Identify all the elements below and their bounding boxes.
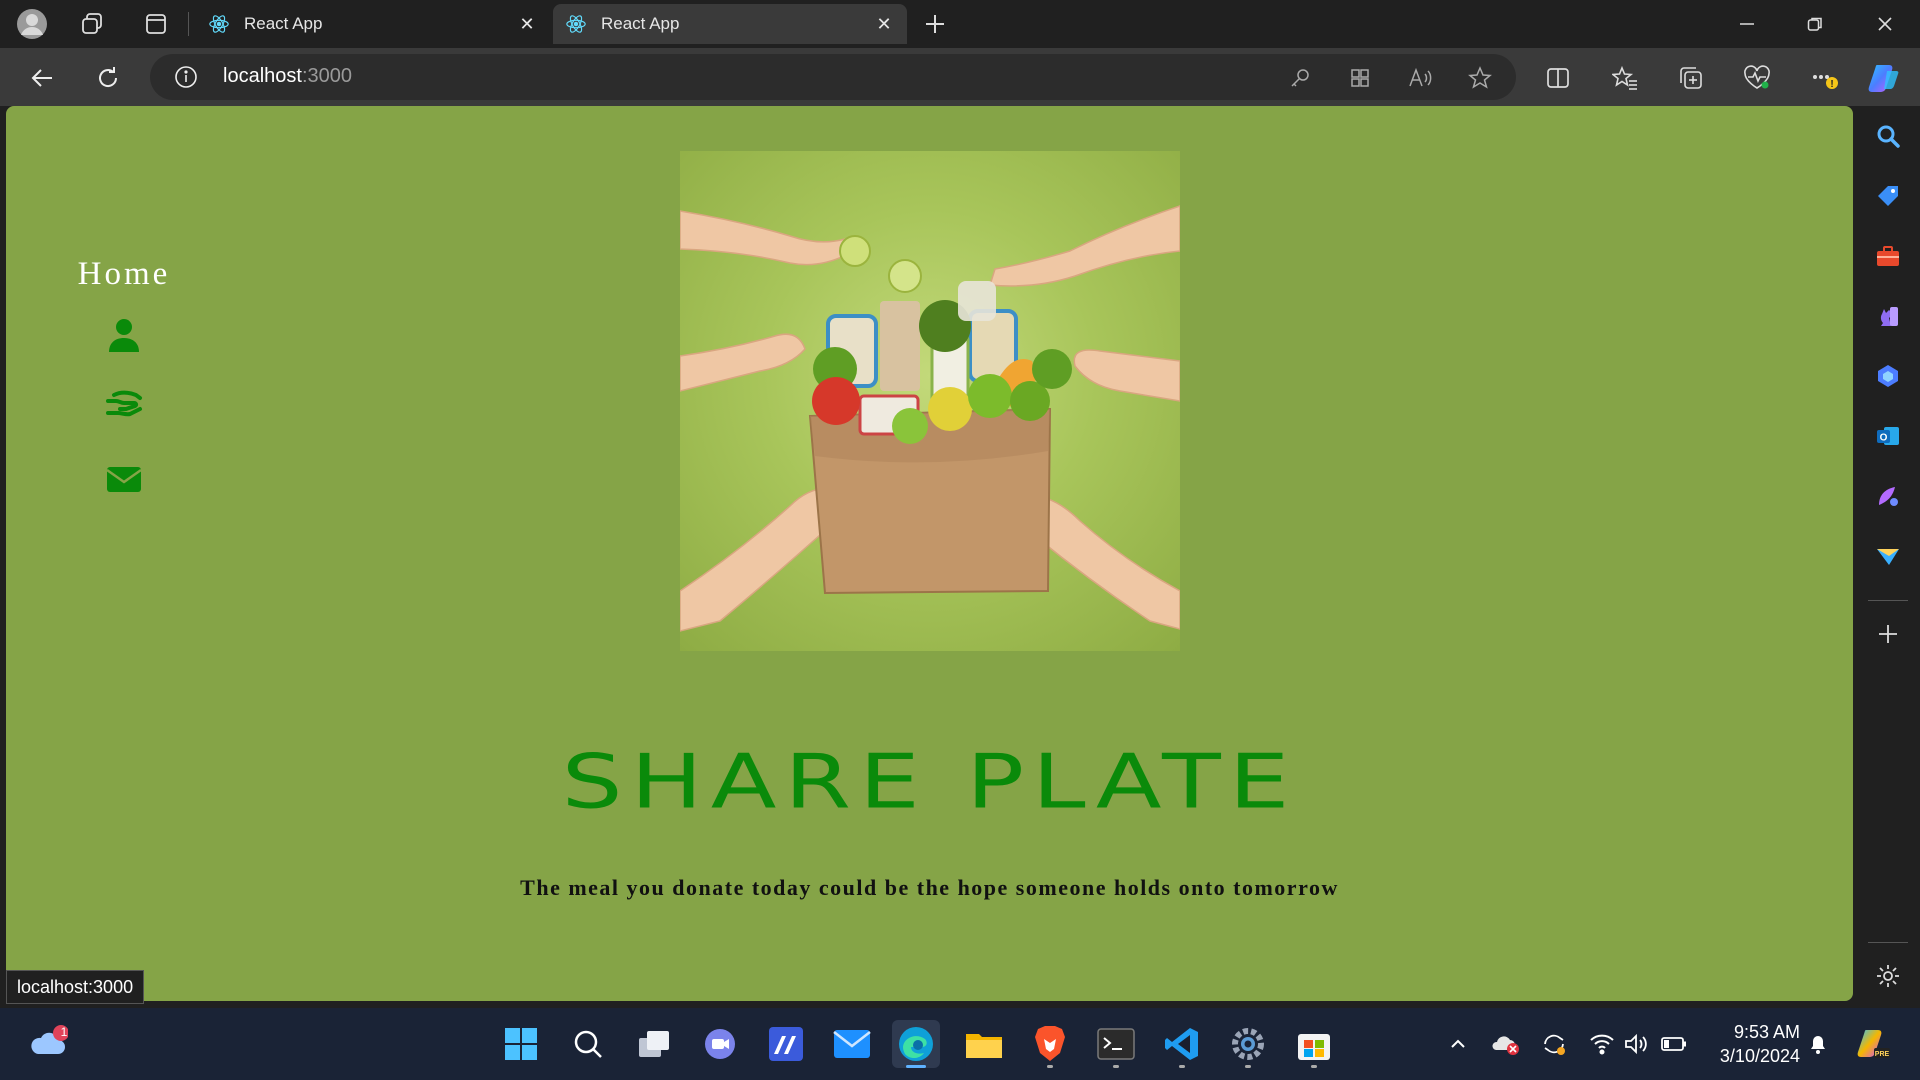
hand-mid-right	[1073, 349, 1181, 402]
clock-time: 9:53 AM	[1733, 1022, 1800, 1042]
new-tab-icon[interactable]	[918, 8, 952, 40]
donate-hand-icon[interactable]	[104, 387, 144, 427]
designer-icon[interactable]	[1872, 480, 1904, 512]
nav-home-link[interactable]: Home	[68, 256, 180, 293]
tagline: The meal you donate today could be the h…	[520, 875, 1339, 900]
collections-icon[interactable]	[1674, 61, 1708, 95]
battery-icon[interactable]	[1660, 1030, 1688, 1058]
search-taskbar-icon[interactable]	[564, 1020, 612, 1068]
copilot-sidebar-icon[interactable]	[1872, 360, 1904, 392]
favorite-star-icon[interactable]	[1466, 64, 1494, 92]
file-explorer-icon[interactable]	[960, 1020, 1008, 1068]
shopping-tag-icon[interactable]	[1872, 180, 1904, 212]
user-icon[interactable]	[104, 315, 144, 355]
tab-title: React App	[601, 14, 680, 33]
microsoft-store-icon[interactable]	[1290, 1020, 1338, 1068]
tab-title: React App	[244, 14, 323, 33]
mail-app-icon[interactable]	[828, 1020, 876, 1068]
browser-essentials-icon[interactable]	[1740, 61, 1774, 95]
send-icon[interactable]	[1872, 540, 1904, 572]
weather-widget-icon[interactable]: 1	[24, 1020, 72, 1068]
wifi-icon[interactable]	[1588, 1030, 1616, 1058]
windows-taskbar: 1 9:53 AM 3/10/2024 PRE	[0, 1008, 1920, 1080]
restore-icon[interactable]	[1786, 0, 1844, 48]
back-arrow-icon[interactable]	[24, 60, 60, 96]
page-viewport: Home SHARE PLATE The meal you donate tod…	[6, 106, 1853, 1001]
copilot-taskbar-icon[interactable]: PRE	[1856, 1026, 1892, 1062]
react-favicon-icon	[566, 15, 586, 33]
sidebar-settings-icon[interactable]	[1872, 960, 1904, 992]
edge-sidebar: O	[1856, 106, 1920, 1006]
clock-date: 3/10/2024	[1719, 1046, 1800, 1066]
address-bar[interactable]: localhost:3000	[150, 54, 1516, 100]
copilot-icon[interactable]	[1867, 61, 1901, 95]
svg-text:!: !	[1830, 79, 1833, 90]
hand-top-right	[989, 204, 1181, 287]
url-text: localhost:3000	[223, 65, 352, 87]
minimize-icon[interactable]	[1718, 0, 1776, 48]
brand-title: SHARE PLATE	[561, 738, 1298, 826]
start-windows-icon[interactable]	[497, 1020, 545, 1068]
hand-top-left	[679, 210, 851, 266]
tab-react-app-2[interactable]: React App ✕	[553, 4, 907, 44]
task-view-icon[interactable]	[630, 1020, 678, 1068]
weather-badge-count: 1	[60, 1025, 68, 1039]
side-navigation: Home	[68, 256, 180, 531]
edge-browser-icon[interactable]	[892, 1020, 940, 1068]
add-sidebar-app-icon[interactable]	[1872, 618, 1904, 650]
tab-close-icon[interactable]: ✕	[873, 13, 895, 35]
hero-image	[679, 151, 1181, 651]
browser-title-bar: React App ✕ React App ✕	[0, 0, 1920, 48]
sync-icon[interactable]	[1540, 1030, 1568, 1058]
svg-text:O: O	[1880, 433, 1888, 444]
volume-icon[interactable]	[1622, 1030, 1650, 1058]
reload-icon[interactable]	[90, 60, 126, 96]
react-favicon-icon	[209, 15, 229, 33]
mail-icon[interactable]	[104, 459, 144, 499]
read-aloud-icon[interactable]	[1406, 64, 1434, 92]
close-window-icon[interactable]	[1856, 0, 1914, 48]
split-screen-icon[interactable]	[1541, 61, 1575, 95]
app-bar-chart-icon[interactable]	[762, 1020, 810, 1068]
favorites-icon[interactable]	[1608, 61, 1642, 95]
games-chess-icon[interactable]	[1872, 300, 1904, 332]
apps-grid-icon[interactable]	[1346, 64, 1374, 92]
tab-actions-icon[interactable]	[140, 8, 172, 40]
profile-avatar-icon[interactable]	[16, 8, 48, 40]
hand-mid-left	[679, 333, 806, 392]
outlook-icon[interactable]: O	[1872, 420, 1904, 452]
terminal-icon[interactable]	[1092, 1020, 1140, 1068]
link-status-tooltip: localhost:3000	[6, 970, 145, 1004]
more-menu-icon[interactable]: !	[1808, 61, 1842, 95]
tab-react-app-1[interactable]: React App ✕	[196, 4, 550, 44]
workspaces-icon[interactable]	[76, 8, 108, 40]
vscode-icon[interactable]	[1158, 1020, 1206, 1068]
search-icon[interactable]	[1872, 120, 1904, 152]
show-hidden-icons-chevron-icon[interactable]	[1444, 1030, 1472, 1058]
teams-chat-icon[interactable]	[696, 1020, 744, 1068]
password-key-icon[interactable]	[1286, 64, 1314, 92]
notification-bell-icon[interactable]	[1804, 1030, 1832, 1058]
brave-browser-icon[interactable]	[1026, 1020, 1074, 1068]
onedrive-error-icon[interactable]	[1492, 1030, 1520, 1058]
site-info-icon[interactable]	[174, 65, 198, 89]
tools-briefcase-icon[interactable]	[1872, 240, 1904, 272]
tab-close-icon[interactable]: ✕	[516, 13, 538, 35]
system-clock[interactable]: 9:53 AM 3/10/2024	[1704, 1020, 1800, 1068]
settings-gear-icon[interactable]	[1224, 1020, 1272, 1068]
svg-text:PRE: PRE	[1875, 1051, 1890, 1058]
